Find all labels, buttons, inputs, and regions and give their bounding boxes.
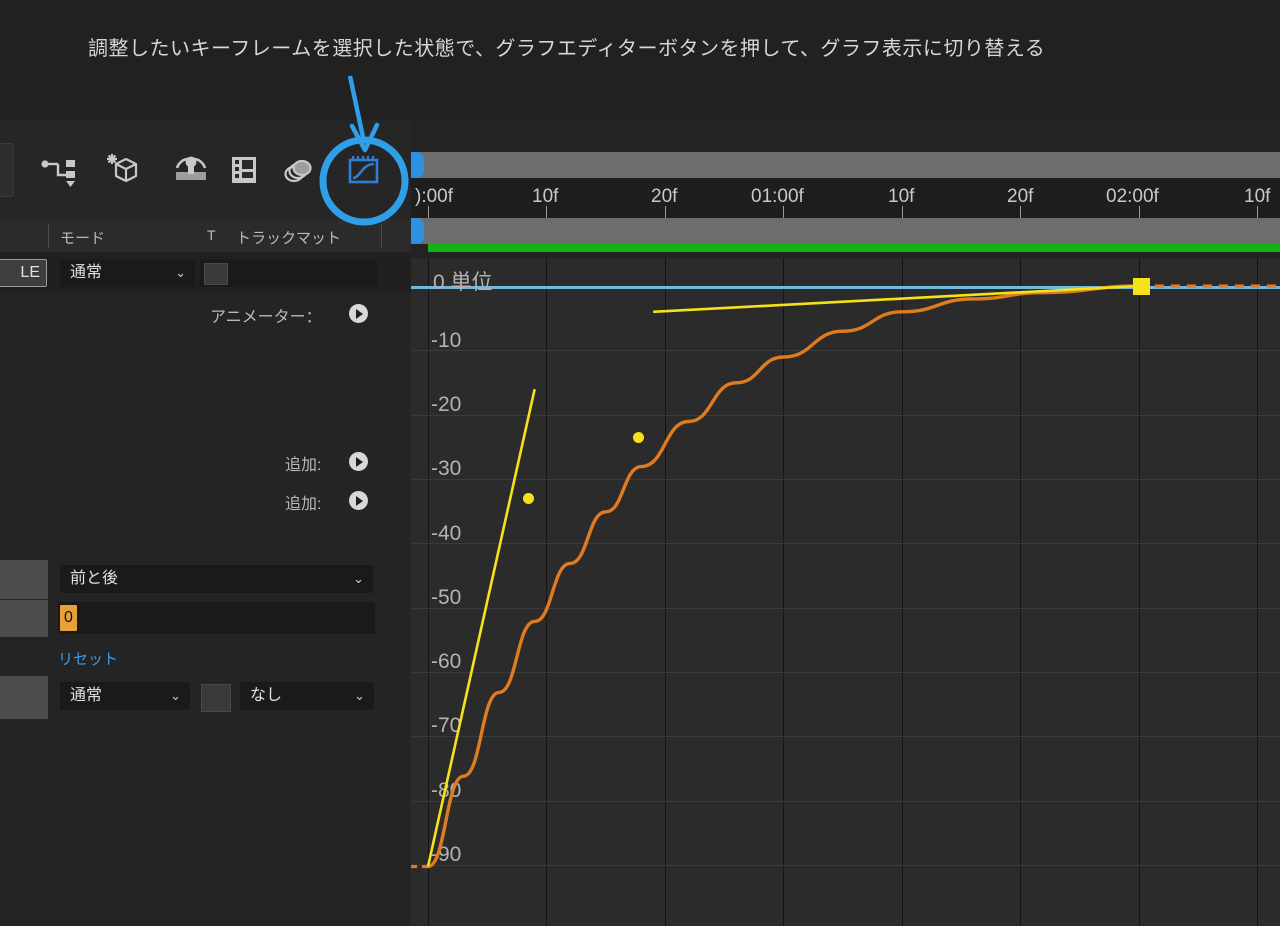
- blend-mode-dropdown[interactable]: 通常 ⌄: [60, 682, 190, 710]
- graph-editor-icon[interactable]: [342, 150, 388, 190]
- column-header-t: T: [207, 227, 216, 243]
- mode-dropdown-value: 通常: [70, 264, 102, 281]
- ruler-label-6: 02:00f: [1106, 186, 1159, 208]
- caption-band: 調整したいキーフレームを選択した状態で、グラフエディターボタンを押して、グラフ表…: [0, 0, 1280, 120]
- add-label-2: 追加:: [285, 490, 321, 514]
- bezier-handle-out[interactable]: [523, 493, 534, 504]
- row-indent-block-1: [0, 560, 48, 599]
- header-divider-right: [381, 224, 382, 248]
- frame-blending-icon[interactable]: [222, 150, 268, 190]
- track-matte-swatch[interactable]: [204, 263, 228, 285]
- range-dropdown[interactable]: 前と後 ⌄: [60, 565, 373, 593]
- ruler-tick-2: [665, 206, 666, 218]
- render-progress-bar: [428, 244, 1280, 252]
- add-row-1: 追加:: [0, 442, 411, 482]
- range-select-row: 前と後 ⌄: [0, 560, 411, 601]
- bezier-handle-in[interactable]: [633, 432, 644, 443]
- matte-value: なし: [250, 687, 282, 704]
- ruler-tick-4: [902, 206, 903, 218]
- offset-value-text[interactable]: 0: [60, 605, 77, 631]
- app-root: 調整したいキーフレームを選択した状態で、グラフエディターボタンを押して、グラフ表…: [0, 0, 1280, 926]
- ruler-tick-6: [1139, 206, 1140, 218]
- ruler-label-2: 20f: [651, 186, 677, 208]
- ruler-tick-7: [1257, 206, 1258, 218]
- column-header-track-matte: トラックマット: [236, 227, 341, 248]
- row-indent-block-2: [0, 600, 48, 637]
- blend-swatch[interactable]: [201, 684, 231, 712]
- add-button-1[interactable]: [349, 452, 368, 471]
- ruler-label-4: 10f: [888, 186, 914, 208]
- column-header-bar: モード T トラックマット: [0, 220, 411, 253]
- reset-row: リセット: [0, 638, 411, 677]
- work-area-bar-top[interactable]: [411, 152, 1280, 178]
- animator-row: アニメーター：: [0, 294, 411, 333]
- column-header-mode: モード: [60, 227, 105, 248]
- range-dropdown-value: 前と後: [70, 570, 118, 587]
- ruler-tick-5: [1020, 206, 1021, 218]
- offset-value-field[interactable]: 0: [58, 602, 375, 634]
- chevron-down-icon: ⌄: [170, 682, 181, 710]
- graph-curves: [411, 258, 1280, 926]
- ruler-label-1: 10f: [532, 186, 558, 208]
- animator-add-button[interactable]: [349, 304, 368, 323]
- chevron-down-icon: ⌄: [354, 682, 365, 710]
- empty-row-1: [0, 332, 411, 392]
- timeline-left-panel: モード T トラックマット LE 通常 ⌄ アニメーター： 追加:: [0, 220, 411, 926]
- layer-mode-row: LE 通常 ⌄: [0, 252, 411, 295]
- 3d-layer-icon[interactable]: [100, 150, 146, 190]
- ruler-label-0: ):00f: [415, 186, 453, 208]
- reset-link[interactable]: リセット: [58, 648, 118, 669]
- track-matte-field[interactable]: [200, 259, 377, 287]
- playhead-top[interactable]: [411, 152, 424, 178]
- motion-blur-icon[interactable]: [168, 150, 214, 190]
- matte-dropdown[interactable]: なし ⌄: [240, 682, 374, 710]
- add-label-1: 追加:: [285, 451, 321, 475]
- ruler-tick-0: [428, 206, 429, 218]
- graph-editor-panel: ):00f 10f 20f 01:00f 10f 20f 02:00f 10f: [411, 120, 1280, 926]
- ruler-label-7: 10f: [1244, 186, 1270, 208]
- time-ruler[interactable]: ):00f 10f 20f 01:00f 10f 20f 02:00f 10f: [411, 178, 1280, 219]
- chevron-down-icon: ⌄: [353, 565, 364, 593]
- instruction-caption: 調整したいキーフレームを選択した状態で、グラフエディターボタンを押して、グラフ表…: [88, 32, 1188, 61]
- ruler-label-3: 01:00f: [751, 186, 804, 208]
- clipped-panel-tab: [0, 143, 14, 197]
- shy-layers-icon[interactable]: [276, 150, 322, 190]
- ruler-label-5: 20f: [1007, 186, 1033, 208]
- empty-row-4: [0, 520, 411, 561]
- chevron-down-icon: ⌄: [175, 259, 186, 287]
- blend-mode-value: 通常: [70, 687, 102, 704]
- add-button-2[interactable]: [349, 491, 368, 510]
- ruler-tick-3: [783, 206, 784, 218]
- layer-name-chip[interactable]: LE: [0, 259, 47, 287]
- add-row-2: 追加:: [0, 481, 411, 521]
- mode-dropdown[interactable]: 通常 ⌄: [60, 259, 195, 287]
- keyframe-marker-end[interactable]: [1133, 278, 1150, 295]
- graph-plot-area[interactable]: 0 単位 -10 -20 -30 -40 -50 -60 -70 -80 -90: [411, 258, 1280, 926]
- blend-matte-row: 通常 ⌄ なし ⌄: [0, 676, 411, 721]
- empty-row-5: [0, 720, 411, 926]
- playhead[interactable]: [411, 218, 424, 244]
- header-divider: [48, 224, 49, 248]
- row-indent-block-3: [0, 676, 48, 719]
- parent-link-icon[interactable]: [38, 150, 84, 190]
- animator-label: アニメーター：: [210, 303, 322, 327]
- offset-value-row: 0: [0, 600, 411, 639]
- work-area-bar[interactable]: [411, 218, 1280, 244]
- ruler-tick-1: [546, 206, 547, 218]
